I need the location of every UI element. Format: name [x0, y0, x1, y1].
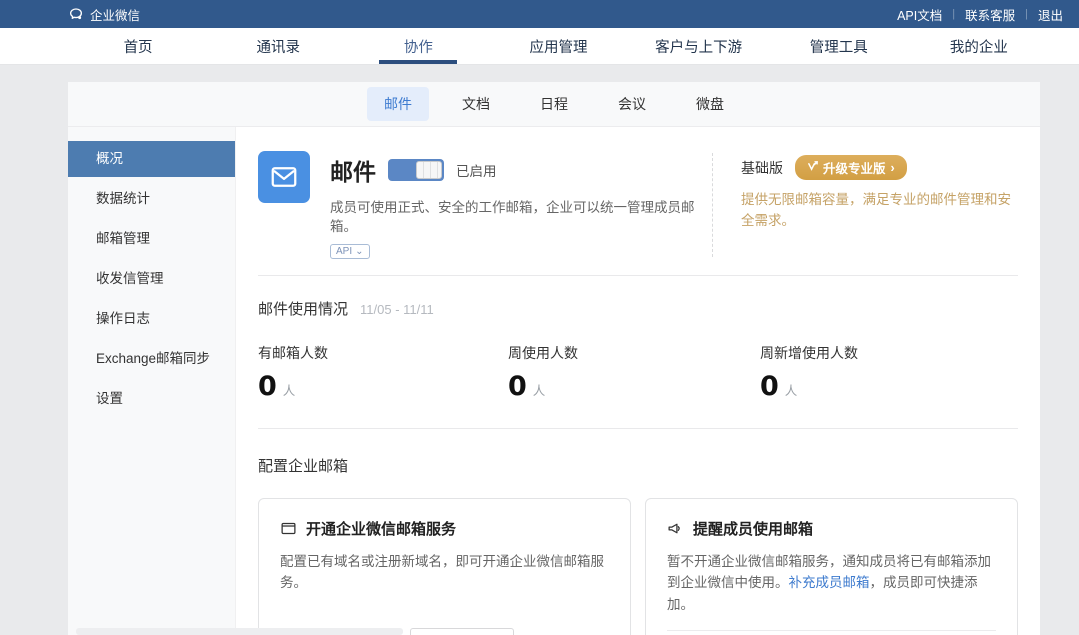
mail-app-icon [258, 151, 310, 203]
divider [667, 630, 996, 631]
stat-value: 0 [760, 371, 779, 402]
status-label: 已启用 [456, 160, 497, 180]
register-new-domain-button[interactable]: 注册新域名 [410, 628, 514, 635]
brand-name: 企业微信 [90, 5, 140, 24]
separator: | [952, 8, 955, 20]
api-tag-label: API [336, 246, 352, 257]
stat-mailbox-users: 有邮箱人数 0 人 [258, 343, 508, 402]
sidebar-item-mailbox-management[interactable]: 邮箱管理 [68, 221, 235, 257]
edition-name: 基础版 [741, 158, 783, 178]
card-activate-mail-service: 开通企业微信邮箱服务 配置已有域名或注册新域名，即可开通企业微信邮箱服务。 配置… [258, 498, 631, 635]
sidebar-item-overview[interactable]: 概况 [68, 141, 235, 177]
chevron-down-icon: ⌄ [355, 246, 363, 257]
main-content: 邮件 已启用 成员可使用正式、安全的工作邮箱，企业可以统一管理成员邮箱。 API… [236, 127, 1040, 635]
stat-unit: 人 [785, 380, 798, 399]
card-title: 提醒成员使用邮箱 [693, 518, 813, 539]
main-nav: 首页 通讯录 协作 应用管理 客户与上下游 管理工具 我的企业 [0, 28, 1079, 65]
tab-meeting[interactable]: 会议 [601, 87, 663, 121]
api-dropdown[interactable]: API ⌄ [330, 244, 370, 259]
nav-item-app-management[interactable]: 应用管理 [488, 28, 628, 64]
partially-visible-element [76, 628, 403, 635]
app-header: 邮件 已启用 成员可使用正式、安全的工作邮箱，企业可以统一管理成员邮箱。 API… [258, 151, 1018, 276]
stat-label: 有邮箱人数 [258, 343, 508, 363]
megaphone-icon [667, 520, 684, 537]
sidebar: 概况 数据统计 邮箱管理 收发信管理 操作日志 Exchange邮箱同步 设置 [68, 127, 236, 635]
card-description: 配置已有域名或注册新域名，即可开通企业微信邮箱服务。 [280, 551, 609, 594]
supplement-member-mailbox-link[interactable]: 补充成员邮箱 [789, 575, 870, 590]
nav-item-my-company[interactable]: 我的企业 [909, 28, 1049, 64]
sidebar-item-send-receive[interactable]: 收发信管理 [68, 261, 235, 297]
topbar: 企业微信 API文档 | 联系客服 | 退出 [0, 0, 1079, 28]
nav-item-collaboration[interactable]: 协作 [348, 28, 488, 64]
chat-bubble-icon [68, 6, 84, 22]
usage-title: 邮件使用情况 [258, 298, 348, 319]
stat-weekly-active-users: 周使用人数 0 人 [508, 343, 760, 402]
nav-item-customers[interactable]: 客户与上下游 [629, 28, 769, 64]
sidebar-item-statistics[interactable]: 数据统计 [68, 181, 235, 217]
config-title: 配置企业邮箱 [258, 455, 1018, 476]
stat-unit: 人 [283, 380, 296, 399]
upgrade-label: 升级专业版 [823, 158, 886, 177]
api-docs-link[interactable]: API文档 [897, 5, 942, 24]
sidebar-item-exchange-sync[interactable]: Exchange邮箱同步 [68, 341, 235, 377]
stat-weekly-new-users: 周新增使用人数 0 人 [760, 343, 1010, 402]
sub-tabstrip: 邮件 文档 日程 会议 微盘 [68, 82, 1040, 127]
contact-support-link[interactable]: 联系客服 [965, 5, 1015, 24]
config-section: 配置企业邮箱 开通企业微信邮箱服务 配置已有域名或 [258, 429, 1018, 635]
separator: | [1025, 8, 1028, 20]
app-title: 邮件 [330, 153, 376, 187]
content-panel: 邮件 文档 日程 会议 微盘 概况 数据统计 邮箱管理 收发信管理 操作日志 E… [68, 82, 1040, 635]
stat-unit: 人 [533, 380, 546, 399]
nav-item-contacts[interactable]: 通讯录 [208, 28, 348, 64]
app-header-left: 邮件 已启用 成员可使用正式、安全的工作邮箱，企业可以统一管理成员邮箱。 API… [258, 151, 712, 259]
topbar-links: API文档 | 联系客服 | 退出 [897, 5, 1063, 24]
tab-drive[interactable]: 微盘 [679, 87, 741, 121]
mail-enabled-toggle[interactable] [388, 159, 444, 181]
usage-date-range: 11/05 - 11/11 [360, 302, 434, 317]
nav-item-admin-tools[interactable]: 管理工具 [769, 28, 909, 64]
stat-value: 0 [508, 371, 527, 402]
upgrade-pro-badge[interactable]: 升级专业版 › [795, 155, 907, 180]
sidebar-item-operation-log[interactable]: 操作日志 [68, 301, 235, 337]
stat-label: 周使用人数 [508, 343, 760, 363]
logout-link[interactable]: 退出 [1038, 5, 1063, 24]
upgrade-icon [807, 161, 818, 175]
card-title: 开通企业微信邮箱服务 [306, 518, 456, 539]
stat-label: 周新增使用人数 [760, 343, 1010, 363]
edition-panel: 基础版 升级专业版 › [713, 151, 1018, 259]
stat-value: 0 [258, 371, 277, 402]
nav-item-home[interactable]: 首页 [68, 28, 208, 64]
sidebar-item-settings[interactable]: 设置 [68, 381, 235, 417]
tab-mail[interactable]: 邮件 [367, 87, 429, 121]
usage-section: 邮件使用情况 11/05 - 11/11 有邮箱人数 0 人 周使用人数 [258, 276, 1018, 429]
chevron-right-icon: › [891, 161, 895, 175]
card-description: 暂不开通企业微信邮箱服务，通知成员将已有邮箱添加到企业微信中使用。补充成员邮箱，… [667, 551, 996, 616]
app-description: 成员可使用正式、安全的工作邮箱，企业可以统一管理成员邮箱。 [330, 199, 712, 237]
usage-stats: 有邮箱人数 0 人 周使用人数 0 人 周新增使 [258, 343, 1018, 402]
card-remind-members: 提醒成员使用邮箱 暂不开通企业微信邮箱服务，通知成员将已有邮箱添加到企业微信中使… [645, 498, 1018, 635]
description-text: 业微信中使用。 [694, 575, 789, 590]
envelope-icon [280, 520, 297, 537]
brand[interactable]: 企业微信 [68, 5, 140, 24]
edition-description: 提供无限邮箱容量，满足专业的邮件管理和安全需求。 [741, 190, 1018, 232]
tab-calendar[interactable]: 日程 [523, 87, 585, 121]
tab-docs[interactable]: 文档 [445, 87, 507, 121]
